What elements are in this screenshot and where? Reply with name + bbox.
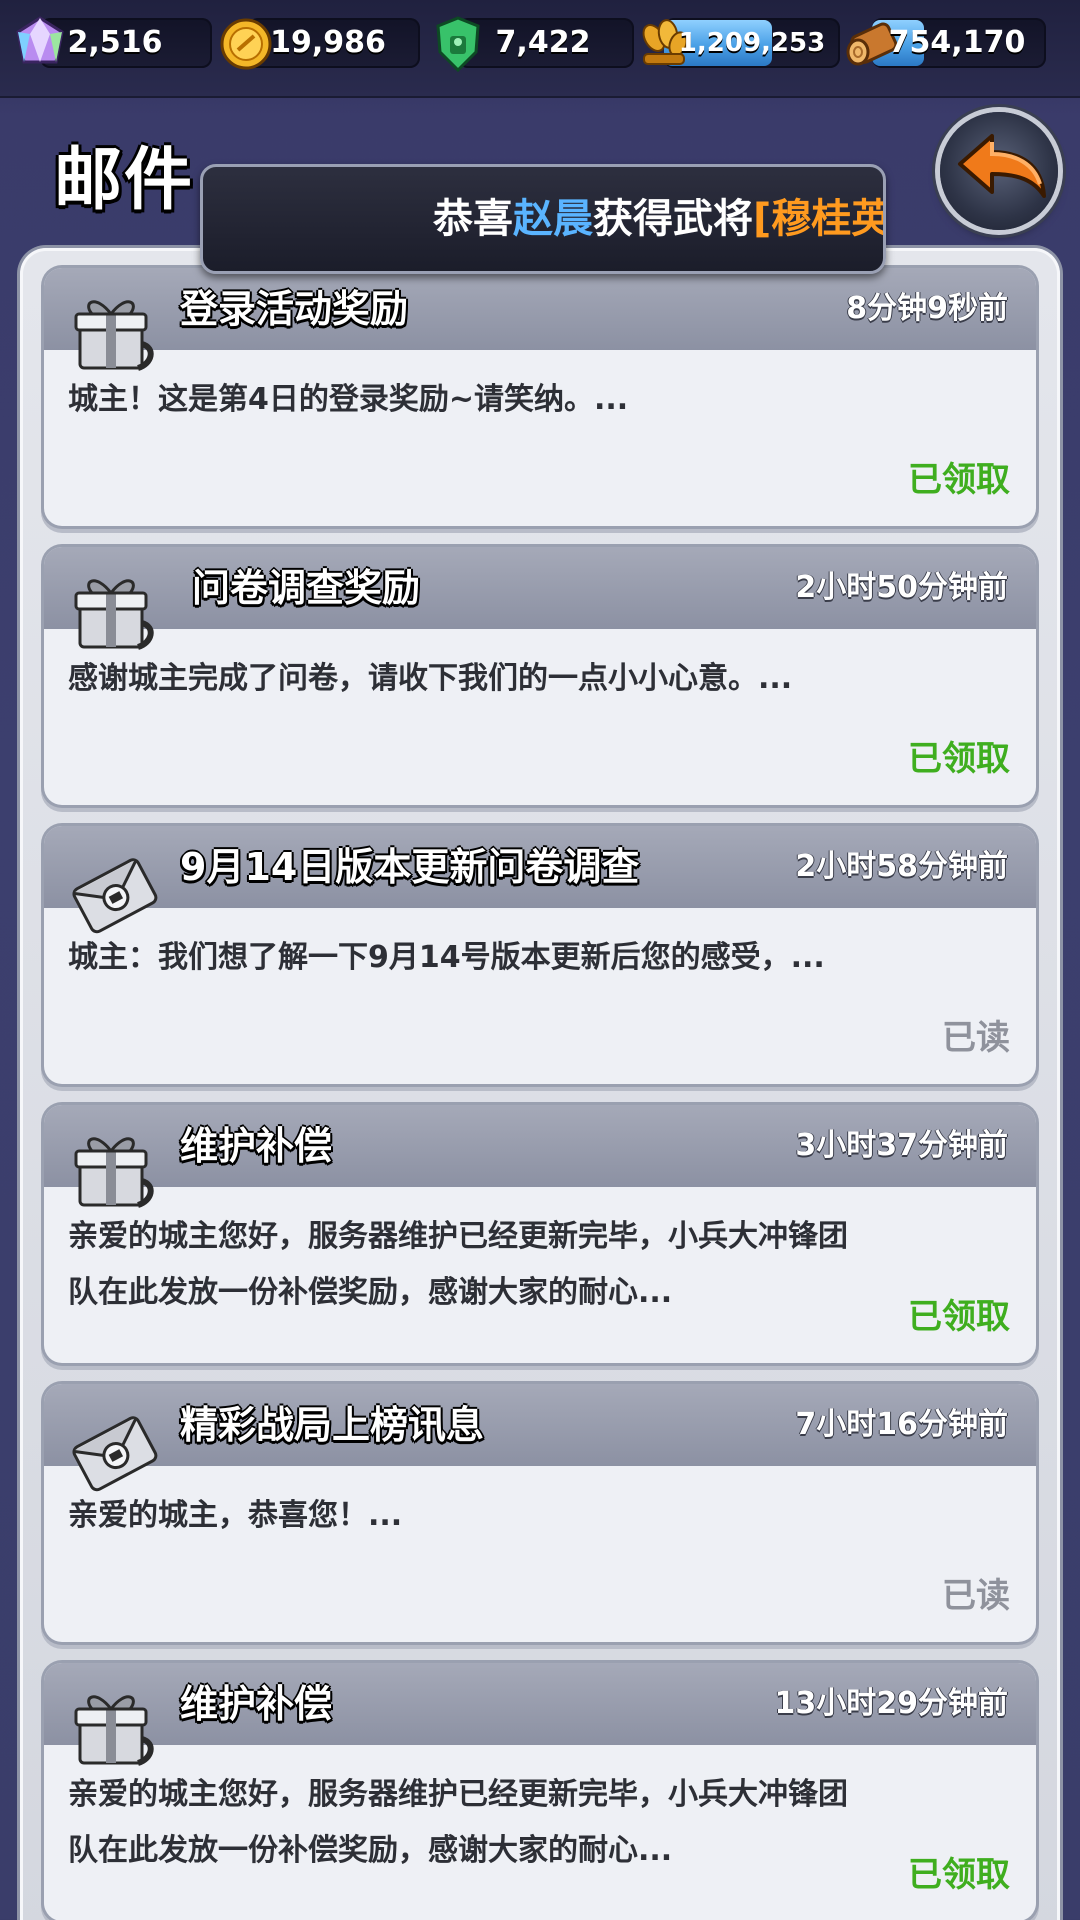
mail-item[interactable]: 维护补偿 3小时37分钟前 亲爱的城主您好，服务器维护已经更新完毕，小兵大冲锋团… — [44, 1105, 1036, 1363]
mail-preview: 亲爱的城主您好，服务器维护已经更新完毕，小兵大冲锋团队在此发放一份补偿奖励，感谢… — [68, 1219, 848, 1310]
resource-gold[interactable]: 19,986 — [218, 18, 420, 70]
mail-subject: 精彩战局上榜讯息 — [180, 1403, 485, 1447]
resource-wood[interactable]: 754,170 — [842, 18, 1046, 70]
mail-status: 已领取 — [908, 1855, 1010, 1895]
broadcast-message: 恭喜赵晨获得武将[穆桂英 — [433, 167, 886, 271]
mail-preview: 城主：我们想了解一下9月14号版本更新后您的感受，... — [68, 940, 825, 975]
gift-box-icon — [74, 1137, 154, 1208]
mail-time: 7小时16分钟前 — [795, 1407, 1008, 1442]
envelope-icon — [72, 858, 158, 934]
mail-status: 已领取 — [908, 739, 1010, 779]
mail-status: 已读 — [942, 1018, 1010, 1058]
back-button[interactable] — [940, 112, 1058, 230]
mail-time: 13小时29分钟前 — [774, 1686, 1009, 1721]
gift-box-icon — [74, 1695, 154, 1766]
mail-preview: 亲爱的城主您好，服务器维护已经更新完毕，小兵大冲锋团队在此发放一份补偿奖励，感谢… — [68, 1777, 848, 1868]
mail-item[interactable]: 维护补偿 13小时29分钟前 亲爱的城主您好，服务器维护已经更新完毕，小兵大冲锋… — [44, 1663, 1036, 1920]
mail-time: 3小时37分钟前 — [795, 1128, 1008, 1163]
mail-subject: 维护补偿 — [180, 1682, 333, 1726]
mail-subject: 问卷调查奖励 — [192, 566, 421, 610]
resource-gem[interactable]: 2,516 — [10, 16, 212, 70]
mail-status: 已读 — [942, 1576, 1010, 1616]
mail-preview: 亲爱的城主，恭喜您！... — [68, 1498, 403, 1533]
page-title: 邮件 — [54, 141, 195, 220]
broadcast-banner: 恭喜赵晨获得武将[穆桂英 — [200, 164, 886, 274]
jade-value: 7,422 — [495, 25, 591, 60]
mail-subject: 维护补偿 — [180, 1124, 333, 1168]
mail-list-panel[interactable]: 登录活动奖励 8分钟9秒前 城主！这是第4日的登录奖励~请笑纳。... 已领取 … — [20, 248, 1060, 1920]
gift-box-icon — [74, 300, 154, 371]
mail-preview: 感谢城主完成了问卷，请收下我们的一点小小心意。... — [68, 661, 793, 696]
mail-subject: 9月14日版本更新问卷调查 — [180, 845, 640, 889]
grain-value: 1,209,253 — [678, 28, 826, 58]
mail-time: 8分钟9秒前 — [846, 291, 1008, 326]
envelope-icon — [72, 1416, 158, 1492]
broadcast-hero-name: [穆桂英 — [753, 196, 886, 242]
mail-subject: 登录活动奖励 — [180, 287, 409, 331]
resource-jade[interactable]: 7,422 — [428, 16, 634, 73]
mail-item[interactable]: 9月14日版本更新问卷调查 2小时58分钟前 城主：我们想了解一下9月14号版本… — [44, 826, 1036, 1084]
gift-box-icon — [74, 579, 154, 650]
mail-status: 已领取 — [908, 460, 1010, 500]
mail-item[interactable]: 登录活动奖励 8分钟9秒前 城主！这是第4日的登录奖励~请笑纳。... 已领取 — [44, 268, 1036, 526]
back-arrow-icon — [958, 134, 1046, 198]
mail-preview: 城主！这是第4日的登录奖励~请笑纳。... — [68, 382, 629, 417]
gold-value: 19,986 — [270, 25, 386, 60]
mail-item[interactable]: 问卷调查奖励 2小时50分钟前 感谢城主完成了问卷，请收下我们的一点小小心意。.… — [44, 547, 1036, 805]
resource-grain[interactable]: 1,209,253 — [634, 18, 844, 70]
wood-value: 754,170 — [888, 25, 1026, 60]
mail-time: 2小时58分钟前 — [795, 849, 1008, 884]
mail-time: 2小时50分钟前 — [795, 570, 1008, 605]
resource-bar: 2,516 19,986 7,422 1,209,253 754,170 — [0, 0, 1080, 98]
mail-status: 已领取 — [908, 1297, 1010, 1337]
gem-value: 2,516 — [67, 25, 163, 60]
broadcast-player-name: 赵晨 — [513, 196, 593, 242]
mail-item[interactable]: 精彩战局上榜讯息 7小时16分钟前 亲爱的城主，恭喜您！... 已读 — [44, 1384, 1036, 1642]
